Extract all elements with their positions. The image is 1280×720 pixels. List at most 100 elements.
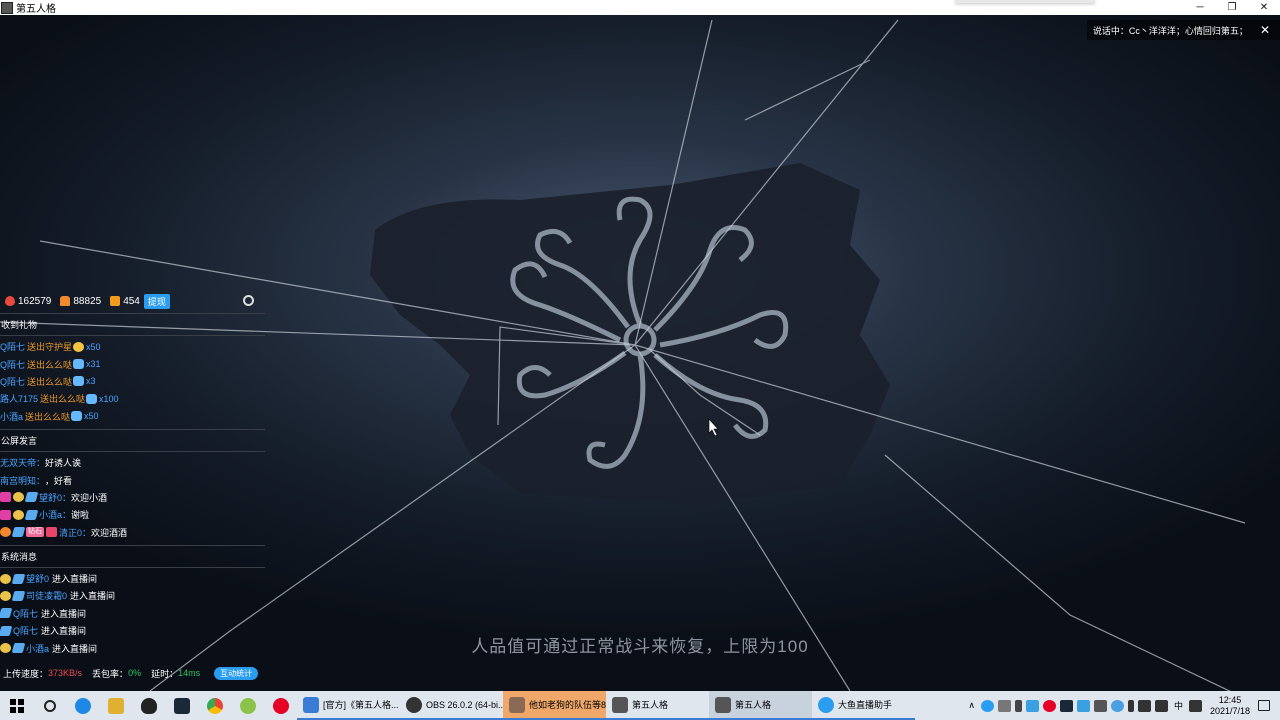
taskbar-item[interactable]: 大鱼直播助手 (812, 691, 915, 720)
pinned-qq[interactable] (132, 691, 165, 720)
gift-count: x50 (86, 341, 101, 352)
taskbar-item[interactable]: 第五人格 (709, 691, 812, 720)
gifts-section-title: 收到礼物 (1, 320, 38, 330)
gift-count: x31 (86, 359, 101, 370)
taskbar-item-label: OBS 26.0.2 (64-bi... (426, 699, 503, 710)
restore-button[interactable]: ❐ (1216, 0, 1248, 15)
tray-app-icon[interactable] (1110, 699, 1124, 712)
gift-action: 送出么么哒 (27, 359, 73, 370)
ime-indicator[interactable]: 中 (1174, 699, 1183, 712)
microphone-icon[interactable] (1014, 699, 1022, 712)
taskbar-item[interactable]: 第五人格 (606, 691, 709, 720)
title-tag-badge: 钻石 (26, 527, 44, 538)
clock-time: 12:45 (1218, 694, 1242, 705)
keyboard-layout-icon[interactable] (1188, 699, 1202, 712)
gift-user[interactable]: Q陌七 (0, 375, 25, 388)
chat-user[interactable]: 清正0： (59, 526, 91, 539)
tray-app-icon[interactable] (1093, 699, 1107, 712)
pinned-steam[interactable] (165, 691, 198, 720)
netease-music-icon (272, 697, 289, 714)
latency-label: 延时： (151, 668, 179, 679)
divider (0, 428, 265, 430)
chat-user[interactable]: 无双天帝： (0, 456, 45, 469)
followers-value: 88825 (73, 295, 102, 307)
battery-icon[interactable] (1127, 699, 1134, 712)
star-gift-icon (73, 341, 85, 352)
system-action: 进入直播间 (41, 626, 87, 637)
volume-icon[interactable] (1154, 699, 1168, 712)
upload-speed-label: 上传速度： (3, 668, 49, 679)
settings-icon[interactable] (243, 295, 254, 306)
pinned-netease-music[interactable] (264, 691, 297, 720)
system-section-title: 系统消息 (1, 551, 38, 562)
chat-user[interactable]: 南宫明知： (0, 474, 45, 487)
gift-user[interactable]: 路人7175 (0, 392, 38, 405)
system-user[interactable]: 司徒凌霜0 (26, 589, 67, 602)
edge-icon (74, 697, 91, 714)
window-title: 第五人格 (16, 4, 56, 15)
pinned-edge[interactable] (66, 691, 99, 720)
system-user[interactable]: Q陌七 (13, 607, 38, 620)
gifts-stat: 454 (110, 296, 140, 307)
pinned-game-app[interactable] (99, 691, 132, 720)
taskbar-item[interactable]: 他如老狗的队伍等8... (503, 691, 606, 720)
tray-app-icon[interactable] (1059, 699, 1073, 712)
level-badge-icon (0, 573, 11, 584)
fan-badge-icon (0, 625, 13, 636)
gift-row: 小酒a 送出么么哒 x50 (0, 408, 265, 425)
system-user[interactable]: Q陌七 (13, 624, 38, 637)
taskbar-item-label: 他如老狗的队伍等8... (529, 700, 606, 710)
minimize-button[interactable]: ─ (1184, 0, 1216, 15)
pinned-app-green[interactable] (231, 691, 264, 720)
chat-message: 好诱人诶 (45, 458, 82, 469)
close-icon[interactable]: ✕ (1260, 23, 1270, 37)
fan-badge-icon (24, 492, 39, 503)
system-user[interactable]: 望舒0 (26, 572, 49, 585)
gift-count: x100 (99, 393, 119, 404)
gift-user[interactable]: 小酒a (0, 410, 23, 423)
chat-row: 无双天帝： 好诱人诶 (0, 454, 265, 471)
upload-speed-value: 373KB/s (48, 668, 83, 678)
chat-row: 钻石 清正0： 欢迎酒酒 (0, 524, 265, 541)
fire-icon (5, 296, 15, 306)
taskbar-item[interactable]: OBS 26.0.2 (64-bi... (400, 691, 503, 720)
system-list: 望舒0 进入直播间 司徒凌霜0 进入直播间 Q陌七 进入直播间 Q陌七 进入直播间 小酒… (0, 570, 265, 657)
chat-user[interactable]: 望舒0： (39, 491, 71, 504)
level-badge-icon (0, 527, 11, 538)
followers-stat: 88825 (60, 296, 101, 307)
tray-app-icon[interactable] (1076, 699, 1090, 712)
pinned-chrome[interactable] (198, 691, 231, 720)
fan-badge-icon (11, 590, 26, 601)
chat-user[interactable]: 小酒a： (39, 508, 71, 521)
notification-icon[interactable] (1258, 700, 1270, 711)
kiss-gift-icon (73, 376, 85, 387)
netease-tray-icon[interactable] (1042, 699, 1056, 712)
taskbar: [官方]《第五人格... OBS 26.0.2 (64-bi... 他如老狗的队… (0, 691, 1280, 720)
network-icon[interactable] (1137, 699, 1151, 712)
heat-stat: 162579 (5, 296, 51, 307)
start-button[interactable] (0, 691, 33, 720)
gift-user[interactable]: Q陌七 (0, 340, 25, 353)
gift-user[interactable]: Q陌七 (0, 358, 25, 371)
withdraw-button[interactable]: 提现 (143, 293, 170, 309)
clock[interactable]: 12:45 2021/7/18 (1210, 695, 1250, 717)
taskbar-item[interactable]: [官方]《第五人格... (297, 691, 400, 720)
level-badge-icon (0, 590, 11, 601)
gift-row: Q陌七 送出么么哒 x31 (0, 355, 265, 372)
browser-icon (303, 696, 319, 713)
game-app-icon (107, 697, 124, 714)
game-icon (715, 696, 731, 713)
tray-app-icon[interactable] (1025, 699, 1039, 712)
search-button[interactable] (33, 691, 66, 720)
close-button[interactable]: ✕ (1248, 0, 1280, 15)
tray-app-icon[interactable] (997, 699, 1011, 712)
popup-edge (955, 0, 1095, 3)
interaction-stats-button[interactable]: 互动统计 (214, 666, 259, 680)
speaking-banner: 说话中：Cc丶洋洋洋；心情回归第五； ✕ (1086, 20, 1280, 40)
tray-chevron-icon[interactable]: ∧ (968, 700, 975, 711)
system-user[interactable]: 小酒a (26, 642, 49, 655)
system-action: 进入直播间 (52, 643, 98, 654)
windows-icon (9, 698, 24, 713)
tray-app-icon[interactable] (980, 699, 994, 712)
system-row: Q陌七 进入直播间 (0, 605, 265, 622)
